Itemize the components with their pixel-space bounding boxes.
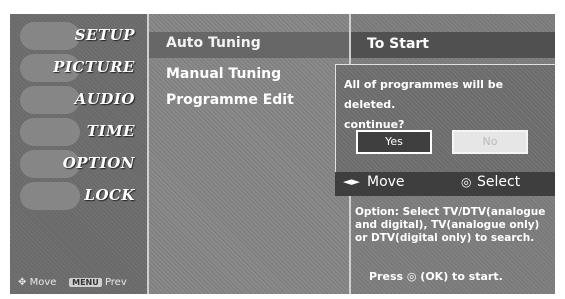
- submenu-item-programme-edit[interactable]: Programme Edit: [166, 92, 294, 108]
- prev-hint-label: Prev: [104, 277, 127, 288]
- menu-item-label: OPTION: [62, 154, 135, 172]
- move-hint-label: Move: [29, 277, 57, 288]
- yes-button[interactable]: Yes: [356, 130, 432, 154]
- lock-icon: [20, 182, 80, 210]
- press-ok-hint: Press ◎ (OK) to start.: [369, 270, 503, 283]
- menu-item-time[interactable]: TIME: [10, 116, 147, 148]
- delete-confirm-dialog: All of programmes will be deleted. conti…: [335, 64, 555, 186]
- submenu-item-auto-tuning[interactable]: Auto Tuning: [166, 35, 261, 51]
- menu-item-label: LOCK: [84, 186, 135, 204]
- left-right-arrows-icon: ◄►: [343, 175, 360, 188]
- no-button[interactable]: No: [452, 130, 528, 154]
- dialog-message-line1: All of programmes will be deleted.: [344, 78, 504, 111]
- menu-footer-hint: ✥ Move MENU Prev: [18, 277, 127, 288]
- menu-item-audio[interactable]: AUDIO: [10, 84, 147, 116]
- menu-key-icon: MENU: [69, 278, 102, 287]
- menu-item-label: TIME: [86, 122, 135, 140]
- menu-item-label: SETUP: [74, 26, 135, 44]
- menu-item-label: PICTURE: [53, 58, 135, 76]
- menu-item-label: AUDIO: [74, 90, 135, 108]
- nav-select-label: Select: [477, 174, 521, 190]
- move-arrows-icon: ✥: [18, 277, 27, 288]
- dialog-message: All of programmes will be deleted. conti…: [344, 75, 555, 135]
- submenu-item-manual-tuning[interactable]: Manual Tuning: [166, 66, 281, 82]
- nav-move-label: Move: [367, 174, 405, 190]
- tv-screen: SETUP PICTURE AUDIO TIME OPTION LOCK ✥ M…: [10, 14, 555, 294]
- ok-button-icon: ◎: [461, 175, 472, 189]
- menu-item-option[interactable]: OPTION: [10, 148, 147, 180]
- menu-item-lock[interactable]: LOCK: [10, 180, 147, 212]
- dialog-nav-hint: ◄► Move ◎ Select: [335, 172, 555, 196]
- option-help-text: Option: Select TV/DTV(analogue and digit…: [355, 206, 546, 244]
- menu-item-setup[interactable]: SETUP: [10, 20, 147, 52]
- to-start-label: To Start: [367, 36, 430, 52]
- setup-icon: [20, 22, 80, 50]
- time-icon: [20, 118, 80, 146]
- menu-item-picture[interactable]: PICTURE: [10, 52, 147, 84]
- setup-submenu: Auto Tuning Manual Tuning Programme Edit: [147, 14, 349, 294]
- audio-icon: [20, 86, 80, 114]
- main-menu: SETUP PICTURE AUDIO TIME OPTION LOCK ✥ M…: [10, 14, 147, 294]
- info-panel-header: To Start: [351, 32, 555, 58]
